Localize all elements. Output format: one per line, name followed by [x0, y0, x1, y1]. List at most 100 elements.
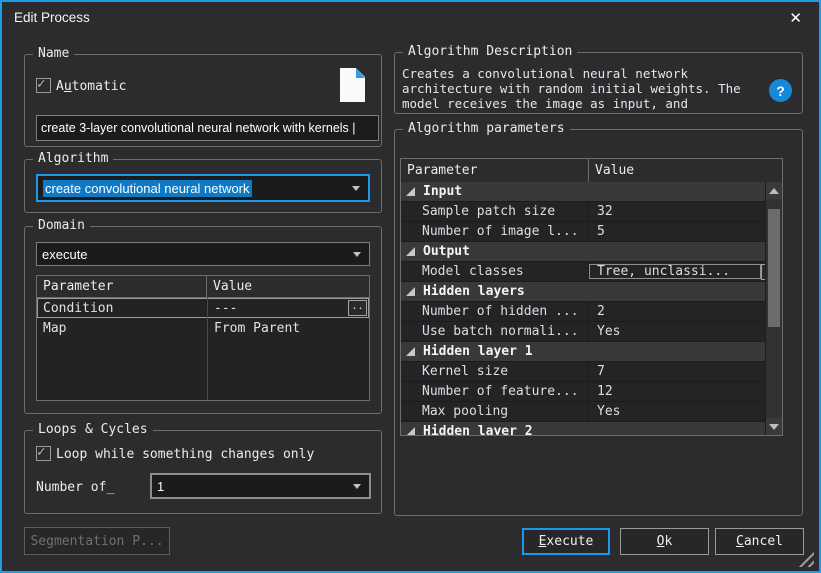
check-icon: ✓ [37, 76, 45, 92]
algorithm-combobox-value: create convolutional neural network [43, 180, 252, 197]
value-cell: --- [207, 301, 348, 316]
value-cell: Yes [589, 324, 782, 339]
number-of-combobox[interactable]: 1 [150, 473, 371, 499]
value-cell: 7 [589, 364, 782, 379]
column-divider [207, 297, 208, 400]
execute-button[interactable]: Execute [522, 528, 610, 555]
param-cell: Kernel size [401, 362, 589, 381]
table-row[interactable]: Number of image l...5 [401, 222, 782, 242]
scroll-up-button[interactable] [766, 182, 782, 199]
automatic-checkbox[interactable]: ✓ [36, 78, 51, 93]
param-cell: Number of feature... [401, 382, 589, 401]
table-row[interactable]: Sample patch size32 [401, 202, 782, 222]
algorithm-parameters-label: Algorithm parameters [403, 121, 570, 137]
expand-icon[interactable] [406, 187, 415, 196]
param-cell: Map [37, 321, 207, 336]
domain-table-header: Parameter Value [37, 276, 369, 298]
browse-button[interactable]: .. [348, 300, 367, 316]
group-label: Output [423, 244, 470, 259]
table-row[interactable]: Condition---.. [37, 298, 369, 318]
group-label: Hidden layers [423, 284, 525, 299]
value-cell: 5 [589, 224, 782, 239]
algorithm-description-text: Creates a convolutional neural networkar… [402, 66, 774, 110]
ok-button[interactable]: Ok [620, 528, 709, 555]
param-cell: Max pooling [401, 402, 589, 421]
tree-group-row[interactable]: Hidden layer 2 [401, 422, 782, 435]
table-row[interactable]: Kernel size7 [401, 362, 782, 382]
algorithm-description-group: Algorithm Description Creates a convolut… [394, 52, 803, 114]
table-row[interactable]: Max poolingYes [401, 402, 782, 422]
param-cell: Number of hidden ... [401, 302, 589, 321]
value-cell: Tree, unclassi... [589, 264, 761, 279]
table-row[interactable]: Number of feature...12 [401, 382, 782, 402]
table-row[interactable]: MapFrom Parent [37, 318, 369, 338]
param-cell: Condition [37, 301, 207, 316]
triangle-up-icon [769, 188, 779, 194]
expand-icon[interactable] [406, 287, 415, 296]
table-row[interactable]: Number of hidden ...2 [401, 302, 782, 322]
value-cell: 2 [589, 304, 782, 319]
expand-icon[interactable] [406, 347, 415, 356]
domain-combobox-value: execute [42, 247, 88, 262]
domain-table: Parameter Value Condition---..MapFrom Pa… [36, 275, 370, 401]
param-cell: Sample patch size [401, 202, 589, 221]
number-of-combobox-value: 1 [157, 479, 164, 494]
loop-while-checkbox[interactable]: ✓ [36, 446, 51, 461]
check-icon: ✓ [37, 444, 45, 460]
tree-group-row[interactable]: Hidden layer 1 [401, 342, 782, 362]
name-group-label: Name [33, 46, 74, 62]
algorithm-combobox[interactable]: create convolutional neural network [36, 174, 370, 202]
table-row[interactable]: Use batch normali...Yes [401, 322, 782, 342]
parameters-table: Parameter Value Input Sample patch size32… [400, 158, 783, 436]
group-label: Input [423, 184, 462, 199]
scrollbar-thumb[interactable] [768, 209, 780, 327]
group-label: Hidden layer 1 [423, 344, 533, 359]
dialog-title: Edit Process [14, 10, 90, 25]
new-document-icon[interactable] [340, 68, 365, 102]
column-header-parameter[interactable]: Parameter [37, 276, 207, 297]
description-line: model receives the image as input, and [402, 96, 774, 110]
tree-group-row[interactable]: Output [401, 242, 782, 262]
domain-combobox[interactable]: execute [36, 242, 370, 266]
algorithm-group: Algorithm create convolutional neural ne… [24, 159, 382, 213]
dropdown-arrow-icon[interactable] [353, 252, 361, 257]
help-icon[interactable]: ? [769, 79, 792, 102]
parameters-table-body: InputSample patch size32Number of image … [401, 182, 782, 435]
scroll-down-button[interactable] [766, 418, 782, 435]
value-cell: 12 [589, 384, 782, 399]
value-cell: Yes [589, 404, 782, 419]
dropdown-arrow-icon[interactable] [353, 484, 361, 489]
description-line: Creates a convolutional neural network [402, 66, 774, 81]
algorithm-description-label: Algorithm Description [403, 44, 577, 60]
dropdown-arrow-icon[interactable] [352, 186, 360, 191]
process-name-input[interactable]: create 3-layer convolutional neural netw… [36, 115, 379, 141]
param-cell: Use batch normali... [401, 322, 589, 341]
param-cell: Number of image l... [401, 222, 589, 241]
column-header-value[interactable]: Value [207, 276, 369, 297]
value-cell: 32 [589, 204, 782, 219]
algorithm-group-label: Algorithm [33, 151, 113, 167]
triangle-down-icon [769, 424, 779, 430]
column-header-parameter[interactable]: Parameter [401, 159, 589, 182]
loops-group: Loops & Cycles ✓ Loop while something ch… [24, 430, 382, 514]
number-of-label: Number of_ [36, 480, 114, 495]
tree-group-row[interactable]: Input [401, 182, 782, 202]
automatic-checkbox-label: Automatic [56, 79, 126, 94]
parameters-table-header: Parameter Value [401, 159, 782, 183]
titlebar[interactable]: Edit Process ✕ [2, 2, 819, 34]
column-header-value[interactable]: Value [589, 159, 782, 182]
loops-group-label: Loops & Cycles [33, 422, 153, 438]
expand-icon[interactable] [406, 427, 415, 435]
scrollbar[interactable] [765, 182, 782, 435]
close-icon[interactable]: ✕ [789, 9, 802, 27]
value-cell: From Parent [207, 321, 369, 336]
cancel-button[interactable]: Cancel [715, 528, 804, 555]
table-row[interactable]: Model classesTree, unclassi..... [401, 262, 782, 282]
group-label: Hidden layer 2 [423, 424, 533, 435]
tree-group-row[interactable]: Hidden layers [401, 282, 782, 302]
expand-icon[interactable] [406, 247, 415, 256]
param-cell: Model classes [401, 262, 589, 281]
edit-process-dialog: Edit Process ✕ Name ✓ Automatic create 3… [0, 0, 821, 573]
segmentation-button[interactable]: Segmentation P... [24, 527, 170, 555]
description-line: architecture with random initial weights… [402, 81, 774, 96]
